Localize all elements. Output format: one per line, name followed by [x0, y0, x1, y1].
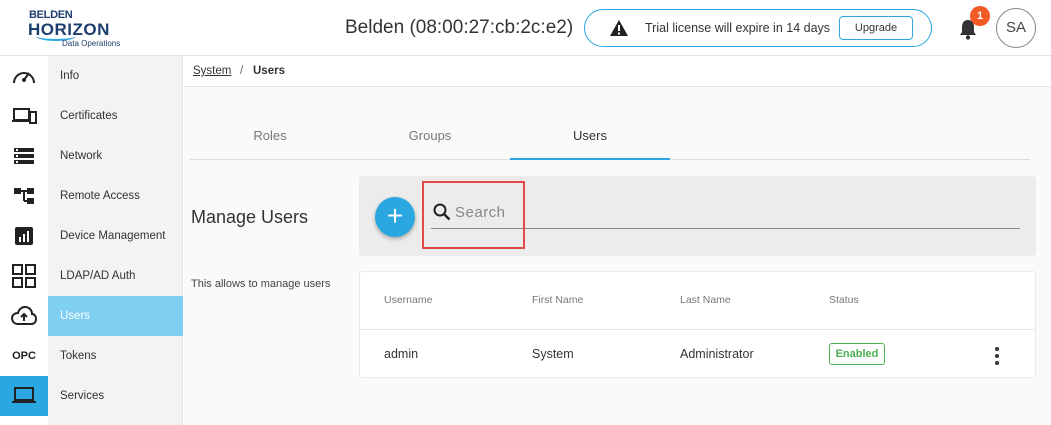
rail-item-system[interactable]	[0, 376, 48, 416]
breadcrumb-current: Users	[253, 65, 285, 77]
belden-horizon-logo[interactable]: BELDEN HORIZON Data Operations	[28, 9, 128, 49]
column-header-status[interactable]: Status	[829, 294, 859, 306]
column-header-username[interactable]: Username	[384, 294, 432, 306]
search-field	[431, 196, 1020, 229]
cloud-upload-icon	[11, 306, 37, 325]
main-content: System / Users Roles Groups Users Manage…	[184, 56, 1051, 425]
hierarchy-icon	[14, 188, 34, 204]
license-message: Trial license will expire in 14 days	[645, 21, 831, 35]
submenu-item-tokens[interactable]: Tokens	[48, 336, 183, 376]
search-input[interactable]	[455, 201, 1015, 223]
table-row[interactable]: admin System Administrator Enabled	[360, 329, 1035, 378]
rail-item-dashboard[interactable]	[0, 56, 48, 96]
rail-item-devices[interactable]	[0, 96, 48, 136]
status-badge: Enabled	[829, 343, 885, 365]
search-icon	[433, 203, 451, 226]
breadcrumb: System / Users	[184, 56, 1051, 87]
dashboard-gauge-icon	[13, 72, 35, 84]
laptop-icon	[12, 387, 36, 403]
warning-icon	[609, 19, 629, 42]
rail-item-apps[interactable]	[0, 256, 48, 296]
add-user-button[interactable]: +	[375, 197, 415, 237]
page-description: This allows to manage users	[191, 278, 331, 290]
submenu-item-network[interactable]: Network	[48, 136, 183, 176]
submenu-item-device-management[interactable]: Device Management	[48, 216, 183, 256]
logo-line-3: Data Operations	[62, 39, 121, 48]
top-header: BELDEN HORIZON Data Operations Belden (0…	[0, 0, 1051, 56]
cell-first-name: System	[532, 347, 574, 361]
page-title: Manage Users	[191, 207, 309, 227]
submenu-item-remote-access[interactable]: Remote Access	[48, 176, 183, 216]
breadcrumb-separator: /	[240, 65, 244, 77]
storage-list-icon	[14, 148, 34, 164]
rail-item-opc[interactable]: OPC	[0, 336, 48, 376]
devices-icon	[12, 108, 37, 124]
users-table: Username First Name Last Name Status adm…	[359, 271, 1036, 378]
tab-users[interactable]: Users	[510, 116, 670, 160]
rail-item-cloud[interactable]	[0, 296, 48, 336]
column-header-first-name[interactable]: First Name	[532, 294, 583, 306]
apps-grid-icon	[12, 264, 36, 288]
upgrade-button[interactable]: Upgrade	[839, 16, 913, 40]
rail-item-storage[interactable]	[0, 136, 48, 176]
license-banner: Trial license will expire in 14 days Upg…	[584, 9, 932, 47]
cell-username: admin	[384, 347, 419, 361]
user-tabs: Roles Groups Users	[190, 116, 1030, 160]
tab-groups[interactable]: Groups	[350, 116, 510, 160]
submenu-item-services[interactable]: Services	[48, 376, 183, 416]
cell-last-name: Administrator	[680, 347, 754, 361]
icon-rail: OPC	[0, 56, 48, 425]
breadcrumb-system-link[interactable]: System	[193, 65, 231, 77]
notification-count-badge: 1	[970, 6, 990, 26]
row-actions-kebab-icon[interactable]	[987, 345, 1007, 367]
column-header-last-name[interactable]: Last Name	[680, 294, 731, 306]
analytics-chart-icon	[15, 227, 33, 245]
users-toolbar: +	[359, 176, 1036, 256]
rail-item-analytics[interactable]	[0, 216, 48, 256]
rail-item-hierarchy[interactable]	[0, 176, 48, 216]
submenu-item-users[interactable]: Users	[48, 296, 183, 336]
submenu-item-ldap-ad-auth[interactable]: LDAP/AD Auth	[48, 256, 183, 296]
submenu-item-certificates[interactable]: Certificates	[48, 96, 183, 136]
system-submenu: Info Certificates Network Remote Access …	[48, 56, 183, 425]
user-avatar[interactable]: SA	[996, 8, 1036, 48]
opc-label: OPC	[12, 350, 36, 362]
device-title: Belden (08:00:27:cb:2c:e2)	[345, 17, 574, 38]
submenu-item-info[interactable]: Info	[48, 56, 183, 96]
tab-roles[interactable]: Roles	[190, 116, 350, 160]
